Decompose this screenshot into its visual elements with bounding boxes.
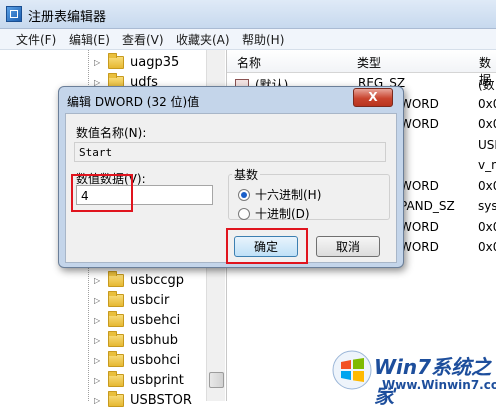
tree-item-label: usbohci xyxy=(130,352,181,368)
value-name-field: Start xyxy=(74,142,386,162)
folder-icon xyxy=(108,350,124,367)
list-cell-data: USB xyxy=(478,137,496,152)
tree-item-label: USBSTOR xyxy=(130,392,192,408)
list-cell-data: sys xyxy=(478,199,496,213)
expand-arrow-icon[interactable]: ▷ xyxy=(94,296,102,305)
radio-hex[interactable] xyxy=(238,188,250,201)
radio-hex-label: 十六进制(H) xyxy=(255,188,322,202)
watermark-url: Www.Winwin7.com xyxy=(382,378,496,392)
menu-file[interactable]: 文件(F) xyxy=(16,31,56,48)
list-cell-type: WORD xyxy=(400,96,439,111)
menu-bar: 文件(F) 编辑(E) 查看(V) 收藏夹(A) 帮助(H) xyxy=(0,29,496,50)
menu-favorites[interactable]: 收藏夹(A) xyxy=(176,31,230,48)
folder-icon xyxy=(108,330,124,347)
ok-button-highlight xyxy=(226,228,308,264)
tree-item[interactable]: ▷ usbehci xyxy=(94,310,180,330)
value-data-highlight xyxy=(71,174,133,212)
dialog-close-button[interactable]: X xyxy=(353,88,393,107)
folder-icon xyxy=(108,290,124,307)
title-bar: 注册表编辑器 xyxy=(0,0,496,29)
list-cell-type: WORD xyxy=(400,219,439,234)
expand-arrow-icon[interactable]: ▷ xyxy=(94,58,102,67)
list-header: 名称 类型 数据 xyxy=(227,50,496,87)
radio-hex-option[interactable]: 十六进制(H) xyxy=(238,186,321,203)
tree-item[interactable]: ▷ usbcir xyxy=(94,290,169,310)
window-title: 注册表编辑器 xyxy=(28,10,107,25)
column-name[interactable]: 名称 xyxy=(237,54,261,71)
column-type[interactable]: 类型 xyxy=(357,54,381,71)
list-cell-data: 0x0 xyxy=(478,240,496,254)
expand-arrow-icon[interactable]: ▷ xyxy=(94,356,102,365)
tree-item-label: usbprint xyxy=(130,372,184,388)
tree-item-label: usbhub xyxy=(130,332,178,348)
tree-item[interactable]: ▷ usbohci xyxy=(94,350,180,370)
expand-arrow-icon[interactable]: ▷ xyxy=(94,396,102,405)
regedit-app-icon xyxy=(6,6,22,22)
windows-logo-icon xyxy=(332,350,372,390)
radio-dec-option[interactable]: 十进制(D) xyxy=(238,205,310,222)
list-cell-data: 0x0 xyxy=(478,96,496,111)
list-cell-data: (数 xyxy=(478,78,495,92)
tree-item-label: usbehci xyxy=(130,312,181,328)
menu-help[interactable]: 帮助(H) xyxy=(242,31,284,48)
expand-arrow-icon[interactable]: ▷ xyxy=(94,376,102,385)
tree-item-label: uagp35 xyxy=(130,54,180,70)
list-cell-data: 0x0 xyxy=(478,117,496,131)
tree-item[interactable]: ▷ USBSTOR xyxy=(94,390,192,410)
value-name-label: 数值名称(N): xyxy=(76,126,147,140)
expand-arrow-icon[interactable]: ▷ xyxy=(94,276,102,285)
list-cell-data: 0x0 xyxy=(478,219,496,234)
radio-dec-label: 十进制(D) xyxy=(255,207,310,221)
scrollbar-thumb[interactable] xyxy=(209,372,224,388)
tree-item[interactable]: ▷ uagp35 xyxy=(94,52,179,72)
expand-arrow-icon[interactable]: ▷ xyxy=(94,316,102,325)
list-cell-data: 0x0 xyxy=(478,178,496,193)
folder-icon xyxy=(108,270,124,287)
folder-icon xyxy=(108,310,124,327)
list-cell-data: v_n xyxy=(478,158,496,172)
dialog-title: 编辑 DWORD (32 位)值 xyxy=(67,95,200,109)
radio-dec[interactable] xyxy=(238,207,250,220)
tree-item-label: usbcir xyxy=(130,292,170,308)
list-cell-type: WORD xyxy=(400,240,439,254)
tree-item[interactable]: ▷ usbccgp xyxy=(94,270,184,290)
cancel-button[interactable]: 取消 xyxy=(316,236,380,257)
folder-icon xyxy=(108,390,124,407)
folder-icon xyxy=(108,52,124,69)
menu-view[interactable]: 查看(V) xyxy=(122,31,164,48)
base-group-title: 基数 xyxy=(232,166,261,183)
list-cell-type: WORD xyxy=(400,117,439,131)
tree-item-label: usbccgp xyxy=(130,272,185,288)
menu-edit[interactable]: 编辑(E) xyxy=(69,31,110,48)
list-cell-type: PAND_SZ xyxy=(400,199,455,213)
folder-icon xyxy=(108,370,124,387)
tree-item[interactable]: ▷ usbhub xyxy=(94,330,178,350)
list-cell-type: WORD xyxy=(400,178,439,193)
expand-arrow-icon[interactable]: ▷ xyxy=(94,336,102,345)
tree-item[interactable]: ▷ usbprint xyxy=(94,370,184,390)
